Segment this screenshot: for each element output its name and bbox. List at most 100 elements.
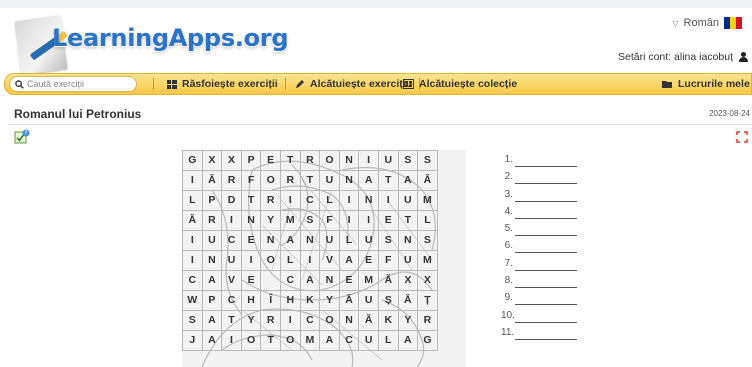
grid-letter-cell[interactable]: N bbox=[338, 310, 360, 331]
grid-letter-cell[interactable]: X bbox=[397, 270, 419, 291]
grid-letter-cell[interactable]: S bbox=[417, 150, 438, 171]
grid-letter-cell[interactable]: T bbox=[397, 210, 419, 231]
grid-letter-cell[interactable]: A bbox=[338, 250, 360, 271]
language-selector[interactable]: ▽ Român bbox=[672, 17, 742, 29]
grid-letter-cell[interactable]: M bbox=[417, 250, 438, 271]
grid-letter-cell[interactable]: O bbox=[260, 250, 281, 271]
grid-letter-cell[interactable]: O bbox=[260, 170, 281, 191]
grid-letter-cell[interactable]: L bbox=[319, 190, 340, 211]
grid-letter-cell[interactable] bbox=[260, 270, 281, 291]
grid-letter-cell[interactable]: R bbox=[221, 170, 242, 191]
grid-letter-cell[interactable]: Y bbox=[260, 210, 281, 231]
grid-letter-cell[interactable]: T bbox=[240, 190, 262, 211]
grid-letter-cell[interactable]: I bbox=[358, 150, 379, 171]
site-logo[interactable]: LearningApps.org bbox=[14, 12, 289, 75]
grid-letter-cell[interactable]: A bbox=[319, 330, 340, 351]
account-settings-link[interactable]: Setări cont: alina iacobuț bbox=[618, 51, 748, 63]
grid-letter-cell[interactable]: S bbox=[397, 150, 419, 171]
grid-letter-cell[interactable]: Ț bbox=[417, 290, 438, 311]
grid-letter-cell[interactable]: S bbox=[182, 310, 203, 331]
grid-letter-cell[interactable]: T bbox=[279, 150, 301, 171]
grid-letter-cell[interactable]: I bbox=[299, 250, 321, 271]
grid-letter-cell[interactable]: I bbox=[338, 210, 360, 231]
answer-input[interactable] bbox=[515, 292, 577, 306]
grid-letter-cell[interactable]: O bbox=[240, 330, 262, 351]
grid-letter-cell[interactable]: E bbox=[377, 210, 399, 231]
grid-letter-cell[interactable]: V bbox=[319, 250, 340, 271]
grid-letter-cell[interactable]: P bbox=[201, 190, 223, 211]
grid-letter-cell[interactable]: T bbox=[221, 310, 242, 331]
grid-letter-cell[interactable]: F bbox=[377, 250, 399, 271]
grid-letter-cell[interactable]: I bbox=[279, 310, 301, 331]
grid-letter-cell[interactable]: S bbox=[377, 230, 399, 251]
grid-letter-cell[interactable]: C bbox=[299, 190, 321, 211]
nav-browse-exercises[interactable]: Răsfoiește exerciții bbox=[167, 74, 278, 94]
answer-input[interactable] bbox=[515, 257, 577, 271]
grid-letter-cell[interactable]: I bbox=[377, 190, 399, 211]
help-icon[interactable]: ? bbox=[14, 129, 30, 145]
grid-letter-cell[interactable]: Ă bbox=[201, 170, 223, 191]
grid-letter-cell[interactable]: Y bbox=[319, 290, 340, 311]
grid-letter-cell[interactable]: O bbox=[279, 330, 301, 351]
grid-letter-cell[interactable]: A bbox=[201, 330, 223, 351]
answer-input[interactable] bbox=[515, 275, 577, 289]
grid-letter-cell[interactable]: Ă bbox=[182, 210, 203, 231]
search-box[interactable] bbox=[9, 76, 137, 92]
grid-letter-cell[interactable]: G bbox=[417, 330, 438, 351]
grid-letter-cell[interactable]: L bbox=[182, 190, 203, 211]
answer-input[interactable] bbox=[515, 240, 577, 254]
grid-letter-cell[interactable]: I bbox=[279, 190, 301, 211]
grid-letter-cell[interactable]: L bbox=[417, 210, 438, 231]
grid-letter-cell[interactable]: A bbox=[201, 310, 223, 331]
answer-input[interactable] bbox=[515, 171, 577, 185]
grid-letter-cell[interactable]: I bbox=[358, 210, 379, 231]
answer-input[interactable] bbox=[515, 205, 577, 219]
grid-letter-cell[interactable]: V bbox=[221, 270, 242, 291]
grid-letter-cell[interactable]: X bbox=[221, 150, 242, 171]
grid-letter-cell[interactable]: I bbox=[221, 210, 242, 231]
grid-letter-cell[interactable]: M bbox=[417, 190, 438, 211]
answer-input[interactable] bbox=[515, 326, 577, 340]
grid-letter-cell[interactable]: C bbox=[338, 330, 360, 351]
grid-letter-cell[interactable]: C bbox=[182, 270, 203, 291]
grid-letter-cell[interactable]: T bbox=[260, 330, 281, 351]
grid-letter-cell[interactable]: A bbox=[358, 170, 379, 191]
grid-letter-cell[interactable]: W bbox=[182, 290, 203, 311]
grid-letter-cell[interactable]: L bbox=[338, 230, 360, 251]
grid-letter-cell[interactable]: F bbox=[240, 170, 262, 191]
grid-letter-cell[interactable]: Y bbox=[397, 310, 419, 331]
grid-letter-cell[interactable]: N bbox=[201, 250, 223, 271]
grid-letter-cell[interactable]: N bbox=[338, 170, 360, 191]
grid-letter-cell[interactable]: A bbox=[201, 270, 223, 291]
grid-letter-cell[interactable]: Ă bbox=[397, 290, 419, 311]
answer-input[interactable] bbox=[515, 309, 577, 323]
grid-letter-cell[interactable]: M bbox=[358, 270, 379, 291]
grid-letter-cell[interactable]: Ă bbox=[338, 290, 360, 311]
expand-icon[interactable] bbox=[736, 131, 748, 143]
grid-letter-cell[interactable]: Y bbox=[240, 310, 262, 331]
grid-letter-cell[interactable]: P bbox=[240, 150, 262, 171]
nav-create-exercise[interactable]: Alcătuiește exercițiu bbox=[295, 74, 412, 94]
grid-letter-cell[interactable]: R bbox=[299, 150, 321, 171]
grid-letter-cell[interactable]: E bbox=[240, 230, 262, 251]
grid-letter-cell[interactable]: A bbox=[299, 270, 321, 291]
grid-letter-cell[interactable]: K bbox=[299, 290, 321, 311]
grid-letter-cell[interactable]: U bbox=[397, 250, 419, 271]
grid-letter-cell[interactable]: I bbox=[240, 250, 262, 271]
grid-letter-cell[interactable]: R bbox=[201, 210, 223, 231]
grid-letter-cell[interactable]: K bbox=[377, 310, 399, 331]
grid-letter-cell[interactable]: Ș bbox=[377, 290, 399, 311]
answer-input[interactable] bbox=[515, 223, 577, 237]
grid-letter-cell[interactable]: X bbox=[417, 270, 438, 291]
grid-letter-cell[interactable]: T bbox=[377, 170, 399, 191]
grid-letter-cell[interactable]: L bbox=[377, 330, 399, 351]
grid-letter-cell[interactable]: O bbox=[319, 150, 340, 171]
grid-letter-cell[interactable]: U bbox=[319, 230, 340, 251]
grid-letter-cell[interactable]: G bbox=[182, 150, 203, 171]
grid-letter-cell[interactable]: I bbox=[182, 250, 203, 271]
grid-letter-cell[interactable]: E bbox=[358, 250, 379, 271]
answer-input[interactable] bbox=[515, 154, 577, 167]
grid-letter-cell[interactable]: N bbox=[358, 190, 379, 211]
grid-letter-cell[interactable]: C bbox=[299, 310, 321, 331]
grid-letter-cell[interactable]: M bbox=[299, 330, 321, 351]
